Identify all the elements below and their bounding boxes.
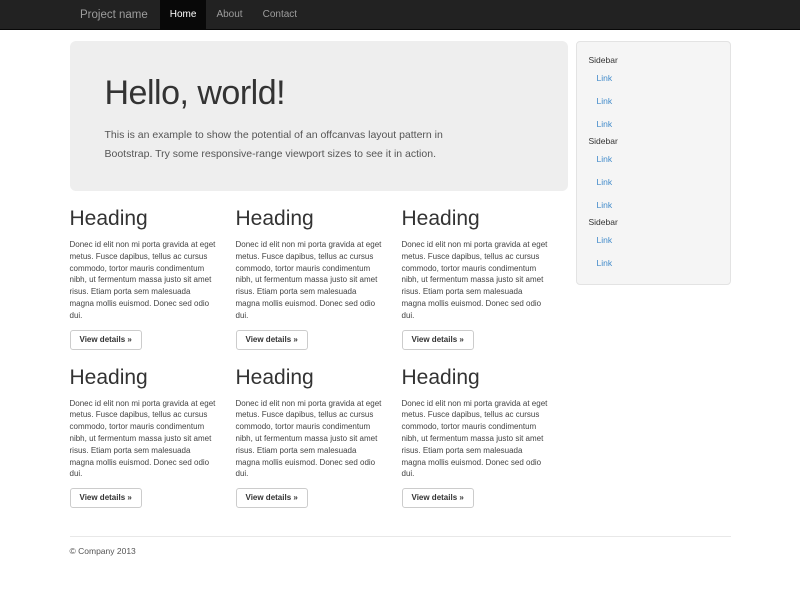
- card-heading: Heading: [402, 366, 564, 389]
- sidebar-group-heading: Sidebar: [589, 216, 718, 228]
- content-card: Heading Donec id elit non mi porta gravi…: [70, 207, 236, 350]
- sidebar-link[interactable]: Link: [589, 228, 718, 251]
- content-card: Heading Donec id elit non mi porta gravi…: [402, 366, 568, 509]
- view-details-button[interactable]: View details »: [236, 330, 308, 350]
- sidebar-panel: Sidebar Link Link Link Sidebar Link Link…: [576, 41, 731, 285]
- navbar-nav: Home About Contact: [160, 0, 307, 29]
- content-card: Heading Donec id elit non mi porta gravi…: [402, 207, 568, 350]
- footer: © Company 2013: [70, 536, 731, 576]
- sidebar-group-2: Sidebar Link Link Link: [589, 135, 718, 216]
- copyright-text: © Company 2013: [70, 546, 731, 556]
- sidebar-link[interactable]: Link: [589, 112, 718, 135]
- card-body-text: Donec id elit non mi porta gravida at eg…: [402, 239, 564, 322]
- card-heading: Heading: [402, 207, 564, 230]
- sidebar-link[interactable]: Link: [589, 147, 718, 170]
- sidebar-group-1: Sidebar Link Link Link: [589, 54, 718, 135]
- view-details-button[interactable]: View details »: [70, 330, 142, 350]
- view-details-button[interactable]: View details »: [236, 488, 308, 508]
- sidebar-link[interactable]: Link: [589, 251, 718, 274]
- card-body-text: Donec id elit non mi porta gravida at eg…: [236, 239, 398, 322]
- card-heading: Heading: [70, 366, 232, 389]
- card-body-text: Donec id elit non mi porta gravida at eg…: [70, 239, 232, 322]
- content-card: Heading Donec id elit non mi porta gravi…: [236, 207, 402, 350]
- jumbotron-lead: This is an example to show the potential…: [105, 126, 533, 164]
- view-details-button[interactable]: View details »: [402, 330, 474, 350]
- nav-item-contact[interactable]: Contact: [253, 0, 307, 29]
- view-details-button[interactable]: View details »: [70, 488, 142, 508]
- sidebar-link[interactable]: Link: [589, 66, 718, 89]
- sidebar-link[interactable]: Link: [589, 193, 718, 216]
- main-content: Hello, world! This is an example to show…: [70, 41, 568, 524]
- cards-row-2: Heading Donec id elit non mi porta gravi…: [70, 366, 568, 509]
- card-heading: Heading: [70, 207, 232, 230]
- jumbotron: Hello, world! This is an example to show…: [70, 41, 568, 191]
- cards-row-1: Heading Donec id elit non mi porta gravi…: [70, 207, 568, 350]
- page-title: Hello, world!: [105, 73, 533, 113]
- sidebar-group-heading: Sidebar: [589, 54, 718, 66]
- content-card: Heading Donec id elit non mi porta gravi…: [236, 366, 402, 509]
- navbar-brand[interactable]: Project name: [80, 0, 148, 29]
- content-row: Hello, world! This is an example to show…: [70, 41, 731, 524]
- card-body-text: Donec id elit non mi porta gravida at eg…: [70, 398, 232, 481]
- card-heading: Heading: [236, 366, 398, 389]
- sidebar-group-heading: Sidebar: [589, 135, 718, 147]
- navbar: Project name Home About Contact: [0, 0, 800, 30]
- nav-item-about[interactable]: About: [206, 0, 252, 29]
- card-heading: Heading: [236, 207, 398, 230]
- card-body-text: Donec id elit non mi porta gravida at eg…: [236, 398, 398, 481]
- content-card: Heading Donec id elit non mi porta gravi…: [70, 366, 236, 509]
- card-body-text: Donec id elit non mi porta gravida at eg…: [402, 398, 564, 481]
- sidebar-link[interactable]: Link: [589, 170, 718, 193]
- sidebar-column: Sidebar Link Link Link Sidebar Link Link…: [576, 41, 731, 524]
- nav-item-home[interactable]: Home: [160, 0, 207, 29]
- sidebar-group-3: Sidebar Link Link: [589, 216, 718, 274]
- view-details-button[interactable]: View details »: [402, 488, 474, 508]
- sidebar-link[interactable]: Link: [589, 89, 718, 112]
- page-container: Hello, world! This is an example to show…: [70, 41, 731, 576]
